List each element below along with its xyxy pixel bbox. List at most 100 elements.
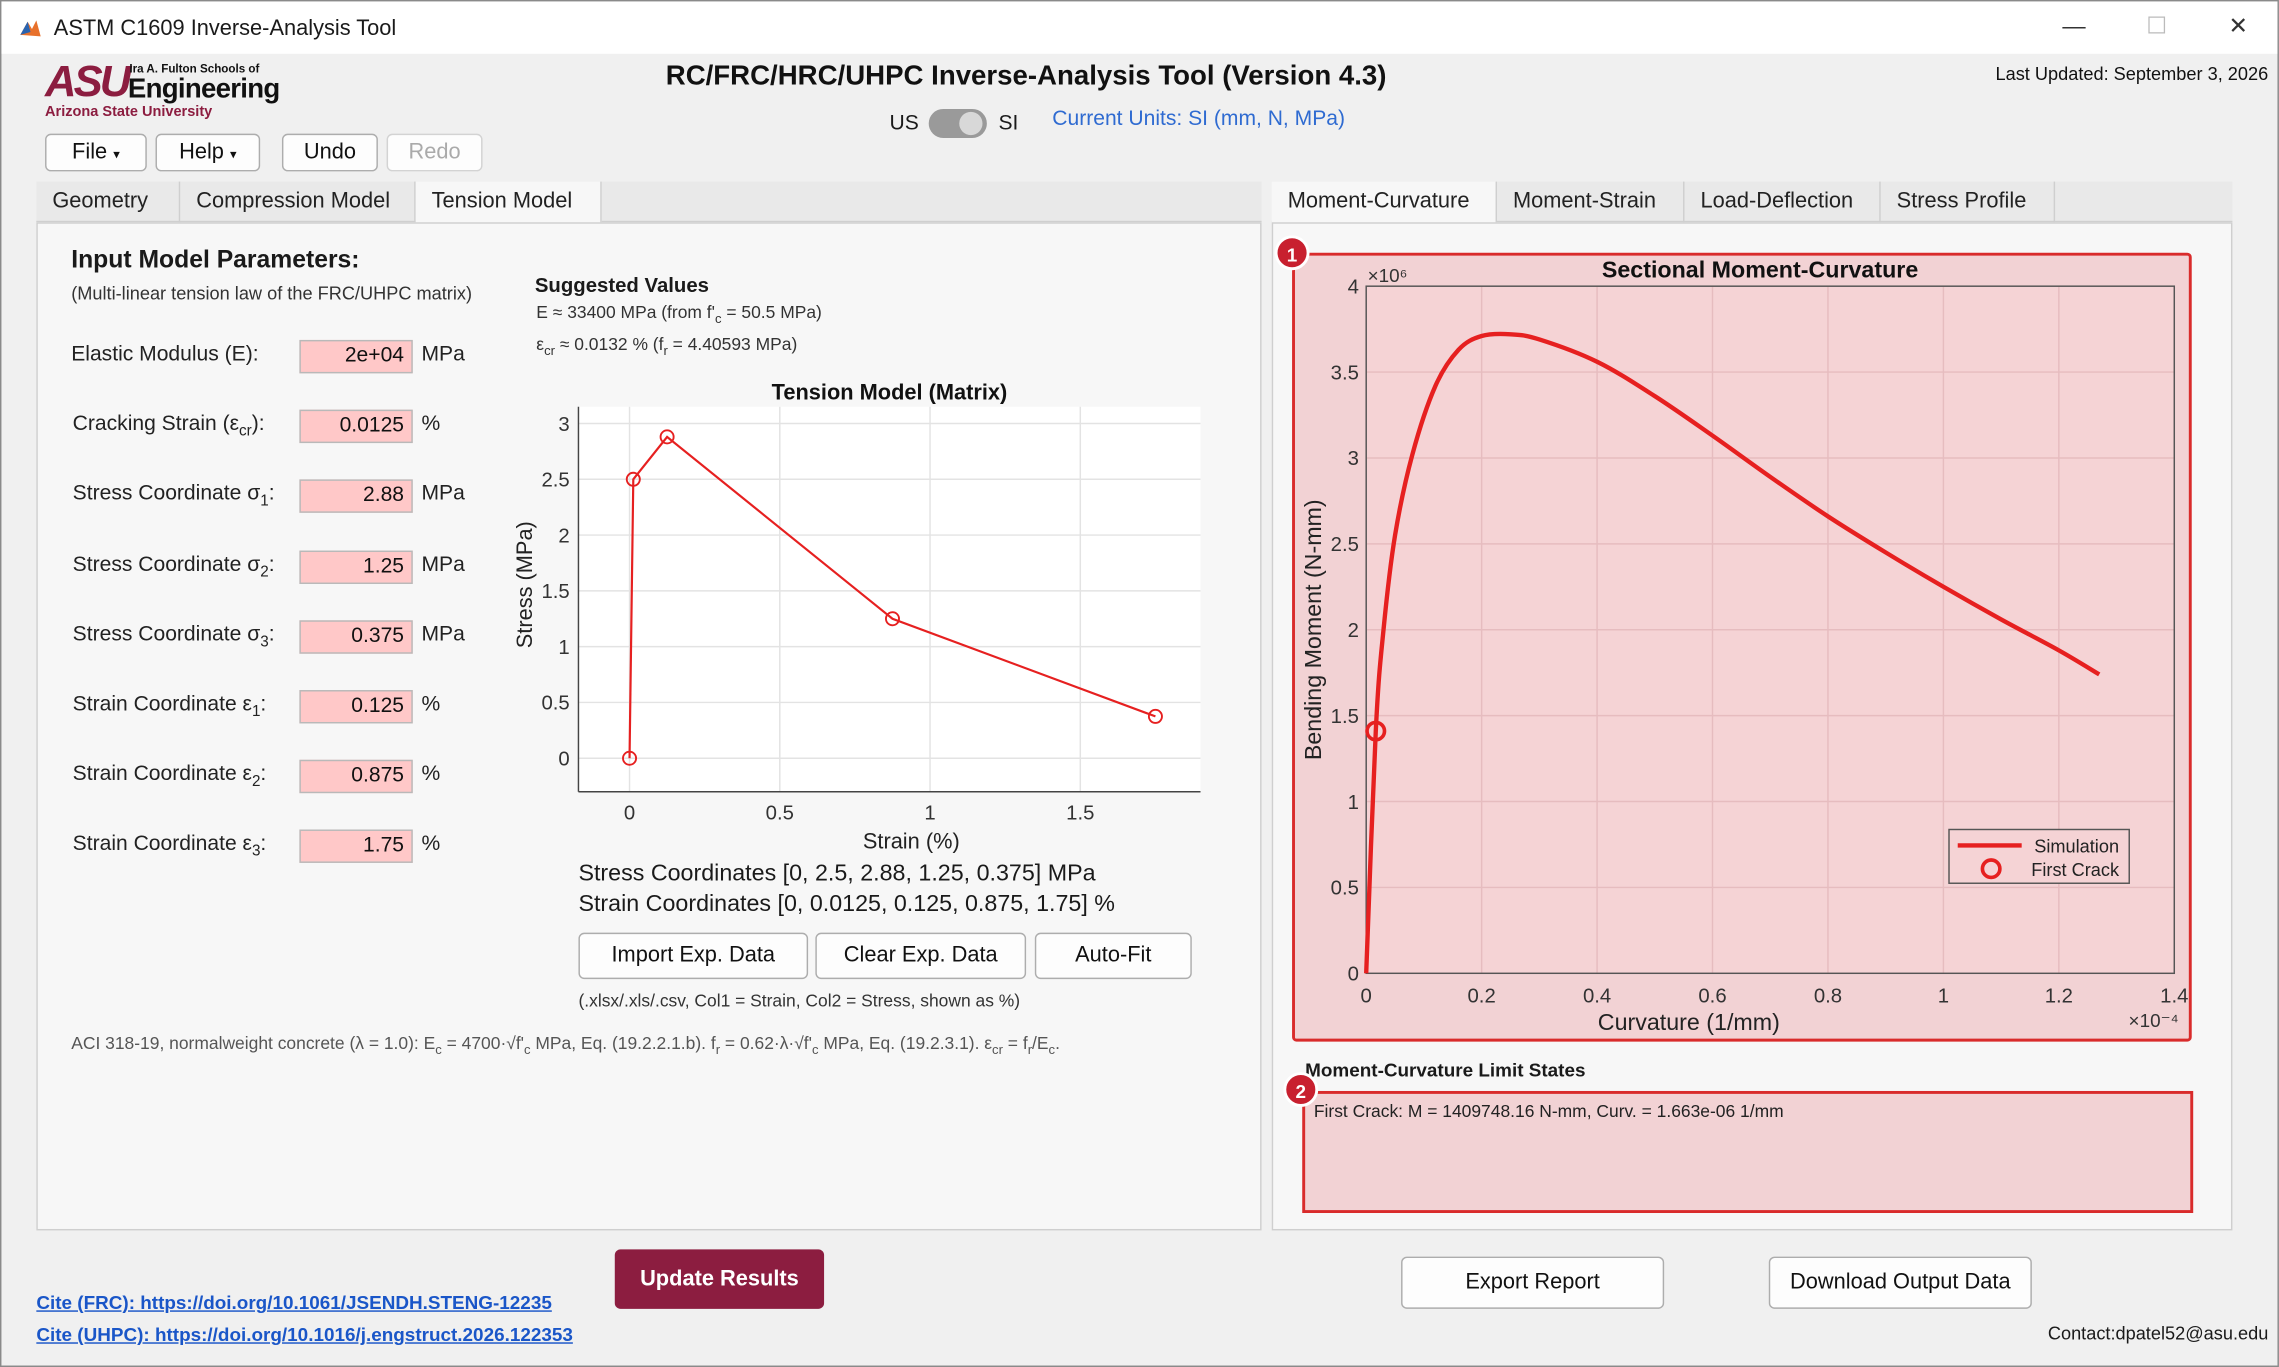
tab-moment-curvature[interactable]: Moment-Curvature bbox=[1271, 181, 1498, 224]
y-tick-label: 1 bbox=[1348, 792, 1359, 814]
param-label: Strain Coordinate ε2: bbox=[72, 762, 267, 791]
window-title: ASTM C1609 Inverse-Analysis Tool bbox=[53, 15, 397, 41]
download-output-data-button[interactable]: Download Output Data bbox=[1768, 1256, 2032, 1309]
param-input[interactable]: 0.125 bbox=[299, 690, 413, 724]
y-multiplier-label: ×10⁶ bbox=[1368, 266, 1408, 287]
help-menu-button[interactable]: Help ▾ bbox=[155, 133, 261, 172]
chart-title: Sectional Moment-Curvature bbox=[1602, 256, 1918, 282]
close-button[interactable]: ✕ bbox=[2212, 10, 2264, 45]
param-unit: MPa bbox=[421, 622, 465, 647]
unit-toggle[interactable] bbox=[928, 108, 987, 139]
param-input[interactable]: 1.75 bbox=[299, 830, 413, 864]
param-unit: MPa bbox=[421, 342, 465, 367]
left-tab-bar: Geometry Compression Model Tension Model bbox=[36, 181, 1262, 224]
y-tick-label: 1 bbox=[558, 637, 569, 659]
x-axis-label: Curvature (1/mm) bbox=[1598, 1009, 1780, 1035]
suggested-cracking-strain: εcr ≈ 0.0132 % (fr = 4.40593 MPa) bbox=[536, 334, 798, 358]
x-tick-label: 1.5 bbox=[1066, 802, 1094, 824]
legend-simulation-label: Simulation bbox=[2034, 837, 2119, 857]
params-heading: Input Model Parameters: bbox=[71, 245, 360, 274]
cite-frc-link[interactable]: Cite (FRC): https://doi.org/10.1061/JSEN… bbox=[36, 1291, 552, 1313]
right-tab-bar: Moment-Curvature Moment-Strain Load-Defl… bbox=[1271, 181, 2233, 224]
param-input[interactable]: 0.875 bbox=[299, 760, 413, 794]
y-tick-label: 2 bbox=[558, 525, 569, 547]
param-input[interactable]: 1.25 bbox=[299, 549, 413, 584]
x-axis-label: Strain (%) bbox=[863, 828, 960, 853]
plot-area bbox=[578, 406, 1201, 792]
unit-si-label: SI bbox=[998, 111, 1019, 136]
chart-title: Tension Model (Matrix) bbox=[772, 379, 1008, 404]
update-results-button[interactable]: Update Results bbox=[614, 1249, 825, 1309]
minimize-button[interactable]: — bbox=[2048, 10, 2100, 45]
y-tick-label: 0 bbox=[558, 749, 569, 771]
param-unit: % bbox=[421, 412, 441, 437]
file-label: File bbox=[72, 139, 108, 165]
y-tick-label: 3 bbox=[558, 414, 569, 436]
redo-button[interactable]: Redo bbox=[386, 133, 483, 172]
param-unit: MPa bbox=[421, 552, 465, 577]
help-label: Help bbox=[179, 139, 224, 165]
tab-load-deflection[interactable]: Load-Deflection bbox=[1684, 181, 1881, 223]
asu-logo-letters: ASU bbox=[45, 58, 131, 107]
y-tick-label: 2 bbox=[1348, 620, 1359, 642]
param-label: Stress Coordinate σ2: bbox=[72, 552, 275, 581]
y-axis-label: Bending Moment (N-mm) bbox=[1300, 499, 1326, 760]
title-bar: ASTM C1609 Inverse-Analysis Tool — ☐ ✕ bbox=[1, 1, 2278, 54]
param-input[interactable]: 0.375 bbox=[299, 620, 413, 654]
clear-exp-data-button[interactable]: Clear Exp. Data bbox=[815, 932, 1027, 980]
suggested-title: Suggested Values bbox=[534, 273, 710, 297]
undo-button[interactable]: Undo bbox=[281, 133, 378, 172]
x-tick-label: 0 bbox=[624, 802, 635, 824]
app-window: ASTM C1609 Inverse-Analysis Tool — ☐ ✕ A… bbox=[0, 0, 2279, 1367]
x-tick-label: 1.2 bbox=[2045, 985, 2073, 1007]
param-input[interactable]: 2e+04 bbox=[299, 339, 413, 374]
y-tick-label: 2.5 bbox=[541, 470, 569, 492]
param-input[interactable]: 0.0125 bbox=[299, 409, 413, 444]
strain-coordinates-text: Strain Coordinates [0, 0.0125, 0.125, 0.… bbox=[578, 891, 1115, 917]
suggested-modulus: E ≈ 33400 MPa (from f'c = 50.5 MPa) bbox=[536, 302, 822, 326]
param-unit: % bbox=[421, 692, 441, 717]
tab-moment-strain[interactable]: Moment-Strain bbox=[1497, 181, 1685, 223]
limit-states-title: Moment-Curvature Limit States bbox=[1305, 1059, 1586, 1081]
param-label: Stress Coordinate σ1: bbox=[72, 482, 275, 511]
y-tick-label: 1.5 bbox=[541, 581, 569, 603]
tab-geometry[interactable]: Geometry bbox=[36, 181, 181, 223]
param-label: Cracking Strain (εcr): bbox=[72, 412, 265, 441]
import-format-hint: (.xlsx/.xls/.csv, Col1 = Strain, Col2 = … bbox=[578, 990, 1021, 1012]
x-tick-label: 0.5 bbox=[766, 802, 794, 824]
school-name: Engineering bbox=[127, 74, 280, 105]
x-tick-label: 1 bbox=[924, 802, 935, 824]
y-tick-label: 3 bbox=[1348, 448, 1359, 470]
x-tick-label: 1 bbox=[1938, 985, 1949, 1007]
file-menu-button[interactable]: File ▾ bbox=[45, 133, 147, 172]
contact-text: Contact:dpatel52@asu.edu bbox=[2047, 1323, 2269, 1344]
x-tick-label: 0.8 bbox=[1814, 985, 1842, 1007]
aci-note: ACI 318-19, normalweight concrete (λ = 1… bbox=[71, 1032, 1060, 1057]
import-exp-data-button[interactable]: Import Exp. Data bbox=[578, 932, 809, 980]
x-multiplier-label: ×10⁻⁴ bbox=[2129, 1011, 2179, 1032]
y-tick-label: 2.5 bbox=[1331, 534, 1359, 556]
tab-compression-model[interactable]: Compression Model bbox=[180, 181, 416, 223]
param-label: Elastic Modulus (E): bbox=[71, 342, 259, 367]
unit-us-label: US bbox=[889, 111, 919, 136]
y-axis-label: Stress (MPa) bbox=[512, 521, 537, 648]
x-tick-label: 1.4 bbox=[2160, 985, 2188, 1007]
tab-stress-profile[interactable]: Stress Profile bbox=[1881, 181, 2056, 223]
auto-fit-button[interactable]: Auto-Fit bbox=[1034, 932, 1192, 980]
last-updated: Last Updated: September 3, 2026 bbox=[1995, 63, 2269, 85]
y-tick-label: 0.5 bbox=[1331, 878, 1359, 900]
tab-tension-model[interactable]: Tension Model bbox=[415, 181, 602, 224]
maximize-button[interactable]: ☐ bbox=[2131, 10, 2183, 45]
param-unit: % bbox=[421, 762, 441, 787]
university-name: Arizona State University bbox=[45, 104, 213, 121]
param-input[interactable]: 2.88 bbox=[299, 479, 413, 514]
cite-uhpc-link[interactable]: Cite (UHPC): https://doi.org/10.1016/j.e… bbox=[36, 1323, 573, 1345]
x-tick-label: 0.4 bbox=[1583, 985, 1611, 1007]
param-unit: MPa bbox=[421, 482, 465, 507]
limit-states-box: First Crack: M = 1409748.16 N-mm, Curv. … bbox=[1302, 1090, 2194, 1214]
stress-coordinates-text: Stress Coordinates [0, 2.5, 2.88, 1.25, … bbox=[578, 861, 1096, 887]
export-report-button[interactable]: Export Report bbox=[1401, 1256, 1665, 1309]
params-subheading: (Multi-linear tension law of the FRC/UHP… bbox=[71, 283, 473, 304]
y-tick-label: 1.5 bbox=[1331, 706, 1359, 728]
legend-first-crack-label: First Crack bbox=[2031, 860, 2120, 880]
